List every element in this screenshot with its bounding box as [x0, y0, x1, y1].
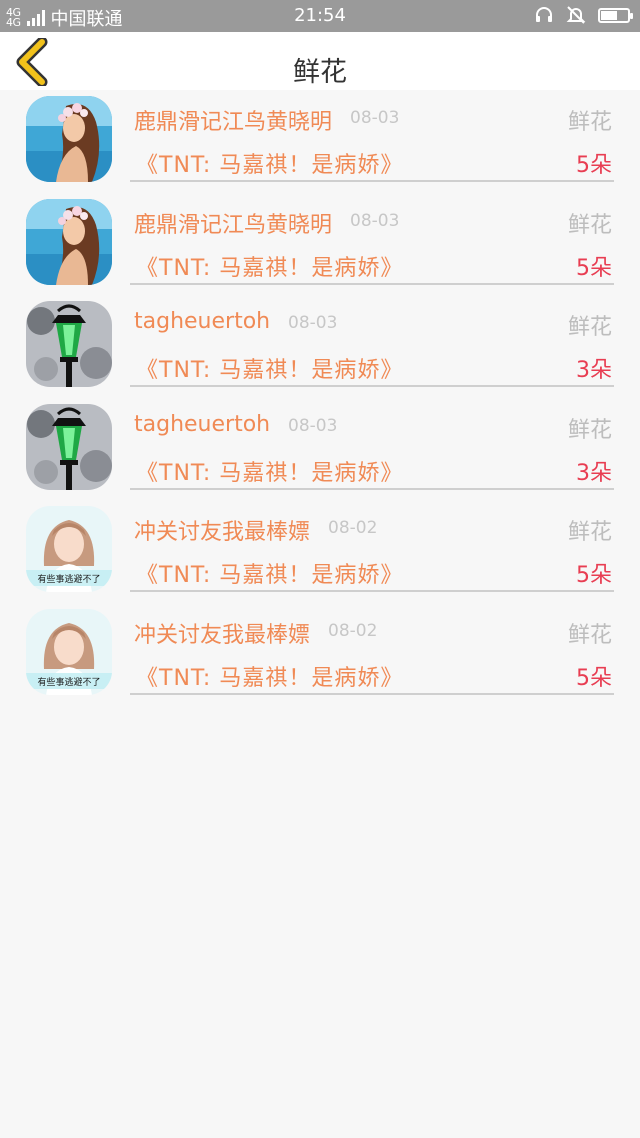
avatar[interactable]: [26, 199, 112, 285]
gift-type: 鲜花: [567, 110, 612, 135]
headset-icon: [536, 7, 552, 22]
record-date: 08-03: [350, 210, 400, 231]
work-title: 《TNT: 马嘉祺！是病娇》: [136, 665, 404, 691]
avatar[interactable]: [26, 301, 112, 387]
avatar-caption: 有些事逃避不了: [37, 676, 100, 688]
gift-type: 鲜花: [567, 520, 612, 546]
avatar-image: 有些事逃避不了: [26, 506, 112, 592]
status-bar: 4G 4G 中国联通 21:54: [0, 0, 640, 32]
gift-type: 鲜花: [567, 417, 612, 443]
avatar-image: [26, 301, 112, 387]
record-body: 鹿鼎滑记江鸟黄晓明 08-03 鲜花《TNT: 马嘉祺！是病娇》 5朵: [130, 193, 614, 285]
record-date: 08-02: [328, 620, 378, 641]
avatar[interactable]: 有些事逃避不了: [26, 609, 112, 695]
record-date: 08-03: [350, 108, 400, 128]
list-item[interactable]: 有些事逃避不了 冲关讨友我最棒嫖 08-02 鲜花《TNT: 马嘉祺！是病娇》 5朵: [0, 500, 640, 603]
record-body: 冲关讨友我最棒嫖 08-02 鲜花《TNT: 马嘉祺！是病娇》 5朵: [130, 500, 614, 593]
gift-type: 鲜花: [567, 212, 612, 238]
sender-name: 鹿鼎滑记江鸟黄晓明: [134, 110, 333, 135]
avatar[interactable]: 有些事逃避不了: [26, 506, 112, 592]
avatar[interactable]: [26, 96, 112, 182]
gift-amount: 5朵: [576, 153, 612, 178]
list-item[interactable]: 鹿鼎滑记江鸟黄晓明 08-03 鲜花《TNT: 马嘉祺！是病娇》 5朵: [0, 90, 640, 193]
gift-type: 鲜花: [567, 622, 612, 648]
work-title: 《TNT: 马嘉祺！是病娇》: [136, 460, 404, 486]
work-title: 《TNT: 马嘉祺！是病娇》: [136, 358, 404, 384]
record-body: 冲关讨友我最棒嫖 08-02 鲜花《TNT: 马嘉祺！是病娇》 5朵: [130, 603, 614, 695]
record-body: tagheuertoh 08-03 鲜花《TNT: 马嘉祺！是病娇》 3朵: [130, 398, 614, 490]
gift-amount: 3朵: [576, 358, 612, 384]
record-body: tagheuertoh 08-03 鲜花《TNT: 马嘉祺！是病娇》 3朵: [130, 295, 614, 388]
avatar[interactable]: [26, 404, 112, 490]
work-title: 《TNT: 马嘉祺！是病娇》: [136, 563, 404, 589]
avatar-image: [26, 199, 112, 285]
record-date: 08-03: [288, 313, 338, 334]
nav-bar: 鲜花: [0, 32, 640, 90]
sender-name: 冲关讨友我最棒嫖: [134, 520, 311, 546]
gift-amount: 5朵: [576, 563, 612, 589]
work-title: 《TNT: 马嘉祺！是病娇》: [136, 255, 404, 281]
avatar-image: [26, 404, 112, 490]
flower-record-list: 鹿鼎滑记江鸟黄晓明 08-03 鲜花 《TNT: 马嘉祺！是病娇》 5朵 鹿鼎滑记江鸟黄晓…: [0, 90, 640, 706]
gift-type: 鲜花: [567, 315, 612, 341]
battery-level: [601, 10, 617, 20]
gift-amount: 5朵: [576, 665, 612, 691]
work-title: 《TNT: 马嘉祺！是病娇》: [136, 153, 404, 178]
sender-name: tagheuertoh: [134, 309, 271, 335]
record-body: 鹿鼎滑记江鸟黄晓明 08-03 鲜花《TNT: 马嘉祺！是病娇》 5朵: [130, 90, 614, 182]
avatar-image: [26, 96, 112, 182]
sender-name: 冲关讨友我最棒嫖: [134, 622, 311, 648]
record-date: 08-03: [288, 415, 338, 436]
page-title: 鲜花: [293, 57, 347, 88]
gift-amount: 5朵: [576, 255, 612, 281]
list-item[interactable]: tagheuertoh 08-03 鲜花《TNT: 马嘉祺！是病娇》 3朵: [0, 398, 640, 501]
list-item[interactable]: tagheuertoh 08-03 鲜花《TNT: 马嘉祺！是病娇》 3朵: [0, 295, 640, 398]
sender-name: 鹿鼎滑记江鸟黄晓明: [134, 212, 333, 238]
mute-bell-icon: [566, 6, 586, 24]
avatar-caption: 有些事逃避不了: [37, 573, 100, 585]
sender-name: tagheuertoh: [134, 411, 271, 437]
list-item[interactable]: 有些事逃避不了 冲关讨友我最棒嫖 08-02 鲜花《TNT: 马嘉祺！是病娇》 5朵: [0, 603, 640, 706]
list-item[interactable]: 鹿鼎滑记江鸟黄晓明 08-03 鲜花《TNT: 马嘉祺！是病娇》 5朵: [0, 193, 640, 296]
battery-icon: [598, 7, 633, 23]
gift-amount: 3朵: [576, 460, 612, 486]
avatar-image: 有些事逃避不了: [26, 609, 112, 695]
status-right: [534, 5, 633, 25]
record-date: 08-02: [328, 518, 378, 539]
